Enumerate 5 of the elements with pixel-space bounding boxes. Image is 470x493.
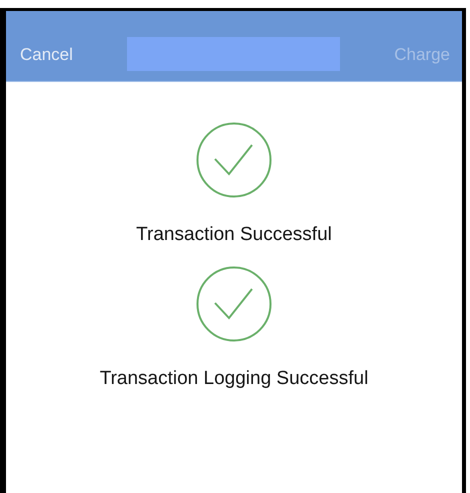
check-circle-icon: [196, 122, 272, 198]
status-message: Transaction Logging Successful: [100, 368, 368, 390]
cancel-button[interactable]: Cancel: [14, 41, 79, 69]
check-circle-icon: [196, 266, 272, 342]
status-message: Transaction Successful: [136, 224, 332, 246]
